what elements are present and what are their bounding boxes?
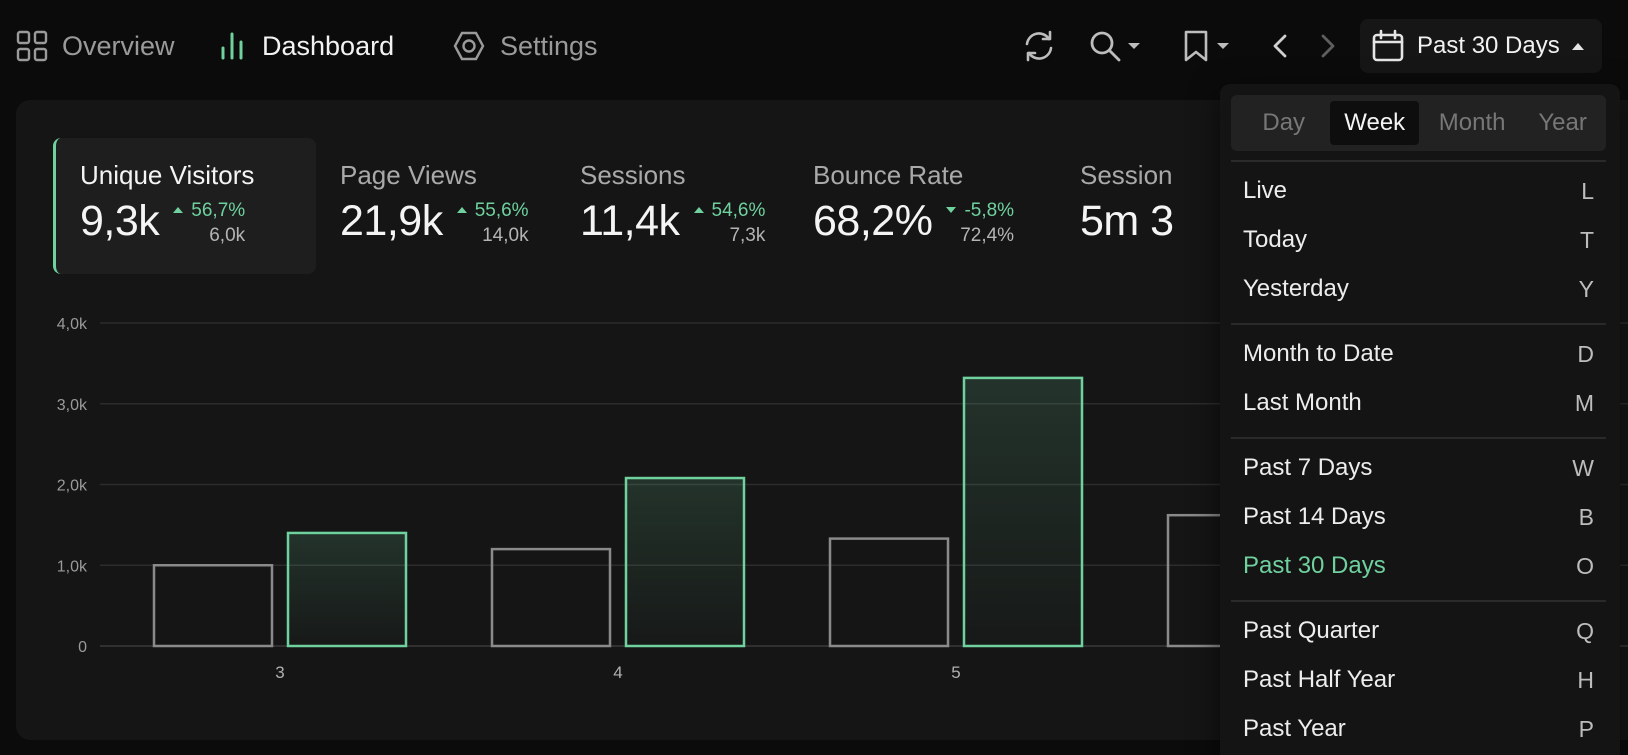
date-range-button[interactable]: Past 30 Days (1360, 19, 1602, 73)
nav-overview[interactable]: Overview (16, 26, 175, 66)
y-tick-label: 3,0k (57, 397, 88, 414)
menu-item-shortcut: O (1576, 552, 1594, 579)
menu-item-shortcut: Y (1578, 275, 1594, 302)
menu-divider (1231, 323, 1606, 325)
next-period-button[interactable] (1316, 22, 1340, 70)
x-tick-label: 5 (951, 663, 960, 682)
y-tick-label: 2,0k (57, 478, 88, 495)
menu-item-shortcut: H (1577, 666, 1594, 693)
menu-item-shortcut: Q (1576, 617, 1594, 644)
menu-item-label: Month to Date (1243, 340, 1394, 367)
bookmark-icon (1184, 30, 1208, 62)
menu-item-yesterday[interactable]: Yesterday Y (1231, 266, 1606, 312)
date-range-label: Past 30 Days (1417, 32, 1560, 59)
menu-item-label: Past 14 Days (1243, 503, 1386, 530)
date-range-menu: Day Week Month Year Live L Today T Yesterday Y Mo… (1220, 84, 1620, 755)
menu-item-label: Live (1243, 177, 1288, 204)
menu-item-past-14-days[interactable]: Past 14 Days B (1231, 494, 1606, 540)
refresh-icon (1025, 30, 1053, 62)
menu-item-shortcut: W (1572, 454, 1594, 481)
nav-dashboard-label: Dashboard (262, 30, 395, 61)
menu-item-month-to-date[interactable]: Month to Date D (1231, 331, 1606, 377)
search-button[interactable] (1088, 22, 1140, 70)
menu-item-label: Yesterday (1243, 275, 1349, 302)
granularity-segmented-control: Day Week Month Year (1231, 95, 1606, 151)
menu-item-shortcut: P (1578, 715, 1594, 742)
menu-item-past-30-days[interactable]: Past 30 Days O (1231, 543, 1606, 589)
y-tick-label: 0 (78, 639, 87, 656)
menu-item-shortcut: B (1578, 503, 1594, 530)
menu-divider (1231, 600, 1606, 602)
menu-item-label: Past Half Year (1243, 666, 1396, 693)
menu-item-shortcut: L (1581, 177, 1594, 204)
chevron-down-icon (1128, 43, 1140, 49)
menu-divider (1231, 160, 1606, 162)
grid-icon (16, 30, 48, 62)
menu-item-past-7-days[interactable]: Past 7 Days W (1231, 445, 1606, 491)
bar-previous-period (828, 537, 950, 648)
search-icon (1090, 31, 1121, 62)
settings-hexagon-icon (453, 31, 485, 61)
menu-item-past-quarter[interactable]: Past Quarter Q (1231, 608, 1606, 654)
bar-current-period (962, 376, 1084, 648)
previous-period-button[interactable] (1268, 22, 1292, 70)
chevron-down-icon (1217, 43, 1229, 49)
nav-dashboard[interactable]: Dashboard (216, 26, 394, 66)
y-tick-label: 4,0k (57, 316, 88, 333)
segment-day[interactable]: Day (1237, 101, 1330, 145)
menu-item-last-month[interactable]: Last Month M (1231, 380, 1606, 426)
menu-item-today[interactable]: Today T (1231, 217, 1606, 263)
y-tick-label: 1,0k (57, 558, 88, 575)
bar-current-period (624, 476, 746, 648)
nav-settings[interactable]: Settings (452, 26, 598, 66)
bookmark-button[interactable] (1181, 22, 1229, 70)
segment-week[interactable]: Week (1330, 101, 1419, 145)
menu-item-shortcut: D (1577, 340, 1594, 367)
bar-current-period (286, 531, 408, 648)
menu-item-label: Past 30 Days (1243, 552, 1386, 579)
chevron-left-icon (1273, 34, 1287, 58)
chevron-up-icon (1571, 42, 1584, 50)
nav-overview-label: Overview (62, 30, 175, 61)
bar-previous-period (152, 564, 274, 648)
x-tick-label: 3 (275, 663, 284, 682)
menu-item-label: Past Year (1243, 715, 1346, 742)
segment-year[interactable]: Year (1525, 101, 1600, 145)
top-bar: Overview Dashboard Settings Past 30 Days (0, 0, 1628, 95)
bar-previous-period (490, 547, 612, 648)
bar-chart-icon (221, 32, 243, 60)
segment-month[interactable]: Month (1419, 101, 1525, 145)
x-tick-label: 4 (613, 663, 622, 682)
menu-item-shortcut: M (1574, 389, 1594, 416)
chevron-right-icon (1321, 34, 1335, 58)
menu-item-past-half-year[interactable]: Past Half Year H (1231, 657, 1606, 703)
refresh-button[interactable] (1022, 22, 1056, 70)
menu-item-label: Last Month (1243, 389, 1362, 416)
menu-item-shortcut: T (1579, 226, 1594, 253)
menu-divider (1231, 437, 1606, 439)
calendar-icon (1372, 29, 1404, 62)
menu-item-label: Past Quarter (1243, 617, 1380, 644)
menu-item-label: Today (1243, 226, 1308, 253)
menu-item-live[interactable]: Live L (1231, 168, 1606, 214)
menu-item-past-year[interactable]: Past Year P (1231, 706, 1606, 752)
menu-item-label: Past 7 Days (1243, 454, 1373, 481)
nav-settings-label: Settings (500, 30, 598, 61)
